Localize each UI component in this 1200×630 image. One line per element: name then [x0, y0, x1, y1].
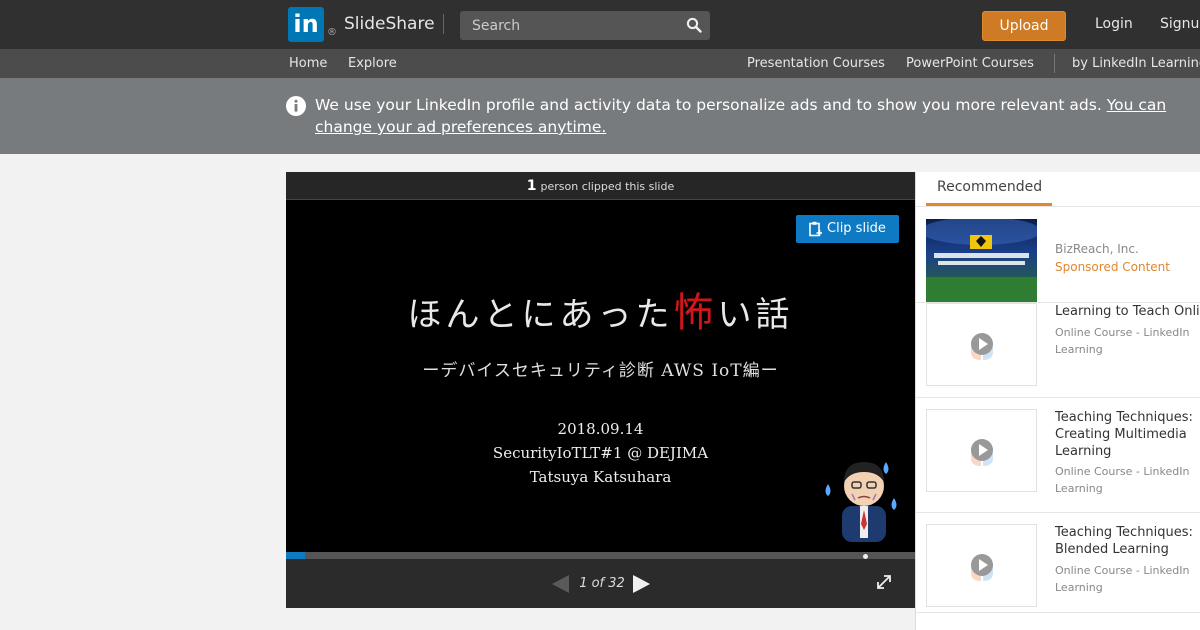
clip-slide-button[interactable]: Clip slide [796, 215, 899, 243]
top-navigation-bar: in ® SlideShare Upload Login Signup [0, 0, 1200, 49]
registered-mark: ® [327, 27, 337, 38]
brand-name[interactable]: SlideShare [344, 14, 435, 34]
slide-player: 1 person clipped this slide Clip slide ほん… [286, 172, 915, 608]
slide-title: ほんとにあった怖い話 [286, 280, 915, 338]
nav-by-linkedin-learning[interactable]: by LinkedIn Learning [1072, 56, 1200, 71]
recommended-sidebar: Recommended BizReach, Inc. Sponsored Con… [915, 172, 1200, 630]
course-title[interactable]: Teaching Techniques: Blended Learning [1055, 524, 1195, 558]
info-icon [286, 96, 306, 116]
course-title[interactable]: Learning to Teach Online [1055, 303, 1200, 320]
sponsored-badge: Sponsored Content [1055, 260, 1170, 274]
course-thumbnail[interactable] [926, 524, 1037, 607]
banner-text: We use your LinkedIn profile and activit… [315, 96, 1102, 114]
slide-author: Tatsuya Katsuhara [529, 468, 672, 486]
slide-progress-bar[interactable] [286, 552, 915, 559]
sponsored-thumbnail[interactable] [926, 219, 1037, 302]
next-slide-icon[interactable] [631, 574, 651, 594]
recommended-item[interactable]: Learning to Teach Online Online Course -… [916, 303, 1200, 398]
search-icon[interactable] [686, 17, 702, 33]
secondary-navigation: Home Explore Presentation Courses PowerP… [0, 49, 1200, 78]
slide-canvas[interactable]: Clip slide ほんとにあった怖い話 ーデバイスセキュリティ診断 AWS … [286, 200, 915, 552]
recommended-item[interactable]: Teaching Techniques: Blended Learning On… [916, 513, 1200, 613]
slide-subtitle: ーデバイスセキュリティ診断 AWS IoT編ー [422, 361, 779, 381]
clip-text: person clipped this slide [540, 180, 675, 193]
login-link[interactable]: Login [1095, 16, 1133, 32]
slide-title-part1: ほんとにあった [407, 295, 674, 335]
banner-message: We use your LinkedIn profile and activit… [315, 94, 1175, 138]
upload-button[interactable]: Upload [982, 11, 1066, 41]
fullscreen-icon[interactable] [876, 574, 892, 590]
play-icon [971, 439, 993, 466]
course-subtitle: Online Course - LinkedIn Learning [1055, 465, 1190, 495]
course-subtitle: Online Course - LinkedIn Learning [1055, 564, 1190, 594]
course-thumbnail[interactable] [926, 303, 1037, 386]
course-title[interactable]: Teaching Techniques: Creating Multimedia… [1055, 409, 1195, 460]
search-box [460, 11, 710, 40]
course-thumbnail[interactable] [926, 409, 1037, 492]
clip-count: 1 [526, 178, 537, 194]
recommended-item[interactable]: Teaching Techniques: Creating Multimedia… [916, 398, 1200, 513]
slide-progress-fill [286, 552, 305, 559]
previous-slide-icon[interactable] [551, 574, 571, 594]
play-icon [971, 333, 993, 360]
play-icon [971, 554, 993, 581]
slide-event: SecurityIoTLT#1 @ DEJIMA [492, 444, 709, 462]
course-subtitle: Online Course - LinkedIn Learning [1055, 326, 1190, 356]
sponsor-name: BizReach, Inc. [1055, 242, 1139, 256]
nav-presentation-courses[interactable]: Presentation Courses [747, 56, 885, 71]
linkedin-logo[interactable]: in [288, 7, 324, 42]
tab-recommended[interactable]: Recommended [926, 172, 1052, 206]
stadium-banner-image [926, 219, 1037, 302]
nav-home[interactable]: Home [289, 56, 327, 71]
brand-divider [443, 14, 444, 34]
recommended-item-sponsored[interactable]: BizReach, Inc. Sponsored Content [916, 207, 1200, 303]
slide-title-part2: い話 [717, 295, 794, 335]
signup-link[interactable]: Signup [1160, 16, 1200, 32]
clip-info-bar: 1 person clipped this slide [286, 172, 915, 200]
player-controls: 1 of 32 [286, 559, 915, 608]
slide-date: 2018.09.14 [557, 420, 644, 438]
slide-title-red-kanji: 怖 [673, 290, 718, 336]
subnav-divider [1054, 54, 1055, 73]
search-input[interactable] [460, 11, 680, 40]
scared-character-illustration [825, 462, 897, 542]
clipboard-icon [809, 221, 822, 237]
clip-slide-label: Clip slide [827, 221, 886, 236]
page-indicator: 1 of 32 [579, 576, 625, 591]
nav-powerpoint-courses[interactable]: PowerPoint Courses [906, 56, 1034, 71]
nav-explore[interactable]: Explore [348, 56, 397, 71]
